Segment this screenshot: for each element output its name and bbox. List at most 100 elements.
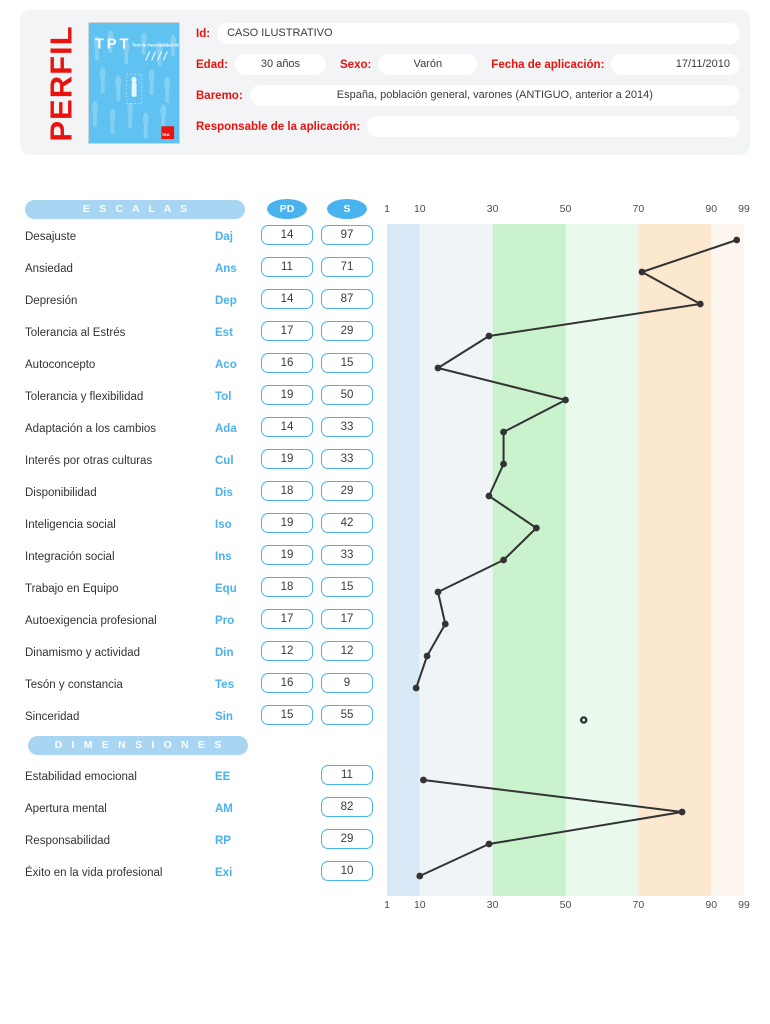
test-cover-image: TPT Test de Personalidad de TEA tea [88,22,180,144]
axis-tick-label: 30 [486,899,499,911]
s-value: 29 [321,481,373,501]
pd-value: 14 [261,417,313,437]
table-row: Tolerancia al Estrés Est 17 29 [0,320,380,352]
edad-field[interactable]: 30 años [234,54,327,75]
cover-artwork-icon: TPT Test de Personalidad de TEA tea [89,23,179,143]
s-value: 9 [321,673,373,693]
table-row: Disponibilidad Dis 18 29 [0,480,380,512]
baremo-field[interactable]: España, población general, varones (ANTI… [249,85,740,106]
escala-abbr: Tol [215,391,232,403]
escala-label: Tolerancia al Estrés [25,327,126,339]
chart-point [434,588,442,596]
pd-value: 19 [261,449,313,469]
pd-value: 11 [261,257,313,277]
table-row: Éxito en la vida profesional Exi 10 [0,860,380,892]
column-header-s: S [327,199,367,219]
pd-value: 14 [261,289,313,309]
chart-point [434,364,442,372]
dimension-abbr: Exi [215,867,233,879]
escala-abbr: Tes [215,679,234,691]
fecha-label: Fecha de aplicación: [491,58,605,71]
s-value: 12 [321,641,373,661]
pd-value: 17 [261,609,313,629]
dimensiones-section-header: D I M E N S I O N E S [28,736,248,755]
chart-band [387,224,420,896]
s-value: 42 [321,513,373,533]
pd-value: 15 [261,705,313,725]
chart-point [500,556,507,564]
field-row-demographics: Edad: 30 años Sexo: Varón Fecha de aplic… [196,53,740,76]
table-row: Integración social Ins 19 33 [0,544,380,576]
escala-abbr: Ada [215,423,237,435]
s-value: 50 [321,385,373,405]
chart-point [696,300,704,308]
fecha-field[interactable]: 17/11/2010 [611,54,740,75]
escala-label: Trabajo en Equipo [25,583,119,595]
table-row: Depresión Dep 14 87 [0,288,380,320]
field-row-responsable: Responsable de la aplicación: [196,115,740,138]
s-value: 33 [321,449,373,469]
escala-label: Interés por otras culturas [25,455,153,467]
edad-label: Edad: [196,58,228,71]
escala-abbr: Daj [215,231,233,243]
axis-tick-label: 50 [559,899,572,911]
axis-tick-label: 70 [632,899,645,911]
s-value: 15 [321,577,373,597]
s-value: 71 [321,257,373,277]
chart-point [420,776,427,784]
escala-label: Autoexigencia profesional [25,615,157,627]
s-value: 55 [321,705,373,725]
chart-point [441,620,449,628]
s-value: 82 [321,797,373,817]
responsable-field[interactable] [367,116,740,137]
escala-label: Ansiedad [25,263,73,275]
chart-point [416,872,424,880]
s-value: 33 [321,545,373,565]
pd-value: 12 [261,641,313,661]
chart-band [638,224,712,896]
table-row: Tolerancia y flexibilidad Tol 19 50 [0,384,380,416]
table-row: Desajuste Daj 14 97 [0,224,380,256]
pd-value: 18 [261,577,313,597]
axis-tick-label: 1 [384,203,390,215]
s-value: 97 [321,225,373,245]
pd-value: 14 [261,225,313,245]
dimension-abbr: AM [215,803,233,815]
axis-tick-label: 99 [738,203,750,215]
svg-text:Test de Personalidad de TEA: Test de Personalidad de TEA [132,43,179,48]
dimension-abbr: RP [215,835,231,847]
table-row: Ansiedad Ans 11 71 [0,256,380,288]
axis-tick-label: 10 [413,899,426,911]
responsable-label: Responsable de la aplicación: [196,120,361,133]
s-value: 29 [321,829,373,849]
axis-tick-label: 90 [705,899,718,911]
table-row: Dinamismo y actividad Din 12 12 [0,640,380,672]
axis-tick-label: 1 [384,899,390,911]
table-row: Estabilidad emocional EE 11 [0,764,380,796]
field-row-id: Id: CASO ILUSTRATIVO [196,22,740,45]
baremo-label: Baremo: [196,89,243,102]
svg-text:tea: tea [162,132,169,138]
table-row: Inteligencia social Iso 19 42 [0,512,380,544]
s-value: 87 [321,289,373,309]
escala-abbr: Din [215,647,234,659]
dimension-label: Responsabilidad [25,835,111,847]
chart-point [733,236,741,244]
axis-tick-label: 99 [738,899,750,911]
escala-label: Adaptación a los cambios [25,423,157,435]
profile-chart: 1 10 30 50 70 90 99 1 10 30 50 70 90 99 [383,196,750,911]
table-row: Autoexigencia profesional Pro 17 17 [0,608,380,640]
table-row: Trabajo en Equipo Equ 18 15 [0,576,380,608]
pd-value: 17 [261,321,313,341]
sexo-field[interactable]: Varón [378,54,478,75]
field-row-baremo: Baremo: España, población general, varon… [196,84,740,107]
s-value: 10 [321,861,373,881]
escalas-section-header: E S C A L A S [25,200,245,219]
s-value: 33 [321,417,373,437]
dimension-label: Estabilidad emocional [25,771,137,783]
s-value: 11 [321,765,373,785]
escala-abbr: Est [215,327,233,339]
chart-point [485,492,493,500]
id-field[interactable]: CASO ILUSTRATIVO [217,23,740,44]
chart-point [485,840,493,848]
